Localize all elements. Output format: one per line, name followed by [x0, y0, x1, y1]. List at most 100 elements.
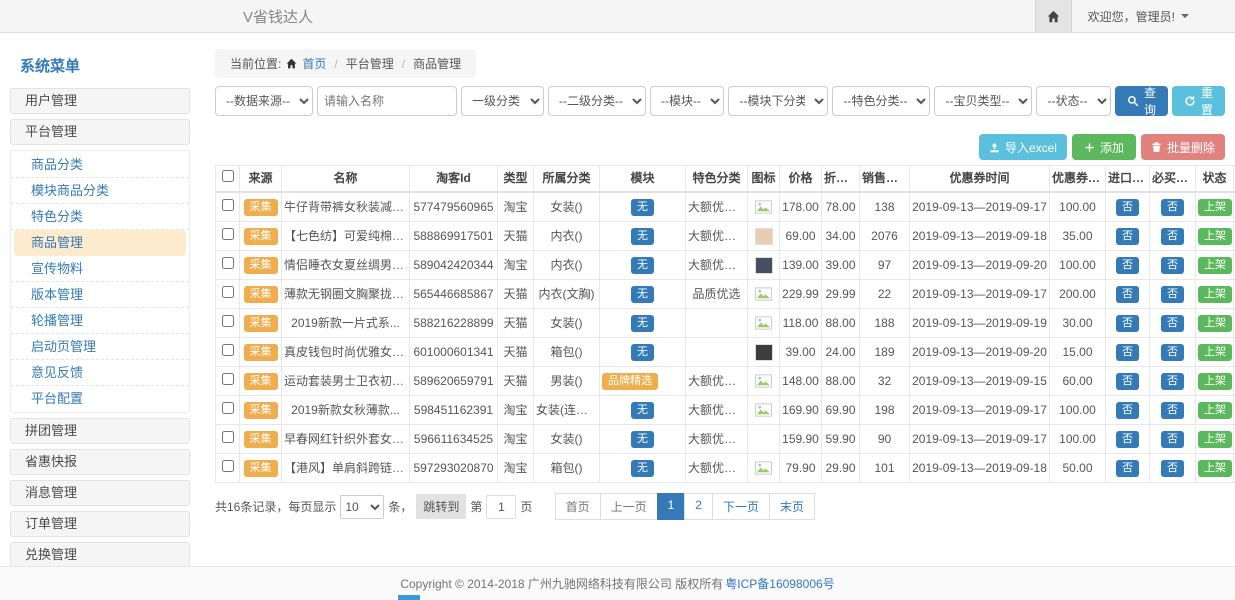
- row-checkbox[interactable]: [222, 286, 234, 298]
- module-badge[interactable]: 无: [631, 257, 654, 274]
- import-excel-button[interactable]: 导入excel: [979, 134, 1067, 160]
- row-checkbox[interactable]: [222, 344, 234, 356]
- sidebar-group-platform-management[interactable]: 平台管理: [10, 119, 190, 145]
- module-badge[interactable]: 无: [631, 431, 654, 448]
- filter-input-name[interactable]: [317, 86, 457, 116]
- row-checkbox[interactable]: [222, 402, 234, 414]
- must-buy-toggle-badge[interactable]: 否: [1161, 286, 1184, 303]
- imported-toggle-badge[interactable]: 否: [1116, 402, 1139, 419]
- imported-toggle-badge[interactable]: 否: [1116, 344, 1139, 361]
- must-buy-toggle-badge[interactable]: 否: [1161, 344, 1184, 361]
- select-all-checkbox[interactable]: [222, 170, 234, 182]
- user-menu[interactable]: 欢迎您，管理员!: [1072, 8, 1235, 25]
- imported-toggle-badge[interactable]: 否: [1116, 460, 1139, 477]
- filter-select-module[interactable]: --模块--: [650, 86, 724, 116]
- must-buy-toggle-badge[interactable]: 否: [1161, 373, 1184, 390]
- sidebar-group-savings-express[interactable]: 省惠快报: [10, 449, 190, 475]
- jump-page-input[interactable]: [486, 495, 516, 519]
- filter-select-status[interactable]: --状态--: [1036, 86, 1110, 116]
- imported-toggle-badge[interactable]: 否: [1116, 373, 1139, 390]
- filter-select-feature-category[interactable]: --特色分类--: [832, 86, 930, 116]
- module-badge[interactable]: 无: [631, 402, 654, 419]
- status-badge[interactable]: 上架: [1198, 460, 1232, 477]
- must-buy-toggle-badge[interactable]: 否: [1161, 257, 1184, 274]
- breadcrumb-item-platform[interactable]: 平台管理: [346, 55, 394, 72]
- must-buy-toggle-badge[interactable]: 否: [1161, 431, 1184, 448]
- sidebar-item-platform-config[interactable]: 平台配置: [11, 386, 189, 411]
- pager-button-2[interactable]: 2: [684, 493, 713, 520]
- sidebar-item-goods-category[interactable]: 商品分类: [11, 152, 189, 178]
- reset-button[interactable]: 重置: [1172, 86, 1225, 116]
- module-badge[interactable]: 无: [631, 228, 654, 245]
- module-badge[interactable]: 无: [631, 460, 654, 477]
- imported-toggle-badge[interactable]: 否: [1116, 286, 1139, 303]
- row-checkbox[interactable]: [222, 373, 234, 385]
- sidebar-item-promo-materials[interactable]: 宣传物料: [11, 256, 189, 282]
- status-badge[interactable]: 上架: [1198, 199, 1232, 216]
- sidebar-item-feature-category[interactable]: 特色分类: [11, 204, 189, 230]
- sidebar-group-group-buy-management[interactable]: 拼团管理: [10, 418, 190, 444]
- status-badge[interactable]: 上架: [1198, 373, 1232, 390]
- jump-button[interactable]: 跳转到: [416, 494, 466, 519]
- status-badge[interactable]: 上架: [1198, 286, 1232, 303]
- pager-button-末页[interactable]: 末页: [769, 493, 815, 520]
- module-badge[interactable]: 无: [631, 199, 654, 216]
- filter-select-data-source[interactable]: --数据来源--: [215, 86, 313, 116]
- must-buy-toggle-badge[interactable]: 否: [1161, 228, 1184, 245]
- search-button[interactable]: 查询: [1115, 86, 1168, 116]
- filter-select-module-subcategory[interactable]: --模块下分类--: [728, 86, 828, 116]
- must-buy-toggle-badge[interactable]: 否: [1161, 315, 1184, 332]
- row-checkbox[interactable]: [222, 431, 234, 443]
- per-page-select[interactable]: 10: [340, 495, 384, 519]
- sidebar-group-exchange-management[interactable]: 兑换管理: [10, 542, 190, 568]
- status-badge[interactable]: 上架: [1198, 228, 1232, 245]
- sidebar-item-splash-page-management[interactable]: 启动页管理: [11, 334, 189, 360]
- batch-delete-button[interactable]: 批量删除: [1141, 134, 1225, 160]
- sidebar-item-feedback[interactable]: 意见反馈: [11, 360, 189, 386]
- imported-toggle-badge[interactable]: 否: [1116, 199, 1139, 216]
- sidebar-group-order-management[interactable]: 订单管理: [10, 511, 190, 537]
- sidebar-group-message-management[interactable]: 消息管理: [10, 480, 190, 506]
- must-buy-toggle-badge[interactable]: 否: [1161, 460, 1184, 477]
- module-badge[interactable]: 无: [631, 286, 654, 303]
- row-checkbox[interactable]: [222, 228, 234, 240]
- pager-button-下一页[interactable]: 下一页: [712, 493, 770, 520]
- module-badge[interactable]: 无: [631, 344, 654, 361]
- sidebar-item-carousel-management[interactable]: 轮播管理: [11, 308, 189, 334]
- imported-toggle-badge[interactable]: 否: [1116, 315, 1139, 332]
- row-checkbox[interactable]: [222, 257, 234, 269]
- pager-button-上一页[interactable]: 上一页: [600, 493, 658, 520]
- status-badge[interactable]: 上架: [1198, 344, 1232, 361]
- imported-toggle-badge[interactable]: 否: [1116, 257, 1139, 274]
- row-checkbox[interactable]: [222, 199, 234, 211]
- breadcrumb-home-link[interactable]: 首页: [302, 55, 326, 72]
- sidebar-group-user-management[interactable]: 用户管理: [10, 88, 190, 114]
- status-badge[interactable]: 上架: [1198, 257, 1232, 274]
- cell-must_buy: 否: [1150, 367, 1196, 396]
- status-badge[interactable]: 上架: [1198, 431, 1232, 448]
- row-checkbox[interactable]: [222, 460, 234, 472]
- pager-button-首页[interactable]: 首页: [555, 493, 601, 520]
- module-badge[interactable]: 无: [631, 315, 654, 332]
- icp-link[interactable]: 粤ICP备16098006号: [725, 575, 834, 592]
- cell-module: 无: [600, 192, 686, 222]
- cell-status: 上架: [1196, 338, 1234, 367]
- status-badge[interactable]: 上架: [1198, 402, 1232, 419]
- imported-toggle-badge[interactable]: 否: [1116, 228, 1139, 245]
- must-buy-toggle-badge[interactable]: 否: [1161, 402, 1184, 419]
- module-badge[interactable]: 品牌精选: [602, 373, 658, 390]
- cell-type: 淘宝: [498, 192, 534, 222]
- sidebar-item-goods-management[interactable]: 商品管理: [14, 230, 186, 256]
- add-button[interactable]: 添加: [1072, 134, 1136, 160]
- filter-select-level2-category[interactable]: --二级分类--: [548, 86, 646, 116]
- status-badge[interactable]: 上架: [1198, 315, 1232, 332]
- row-checkbox[interactable]: [222, 315, 234, 327]
- home-button[interactable]: [1035, 0, 1072, 32]
- imported-toggle-badge[interactable]: 否: [1116, 431, 1139, 448]
- sidebar-item-module-goods-category[interactable]: 模块商品分类: [11, 178, 189, 204]
- must-buy-toggle-badge[interactable]: 否: [1161, 199, 1184, 216]
- sidebar-item-version-management[interactable]: 版本管理: [11, 282, 189, 308]
- pager-button-1[interactable]: 1: [657, 493, 686, 520]
- filter-select-level1-category[interactable]: 一级分类: [461, 86, 544, 116]
- filter-select-item-type[interactable]: --宝贝类型--: [934, 86, 1032, 116]
